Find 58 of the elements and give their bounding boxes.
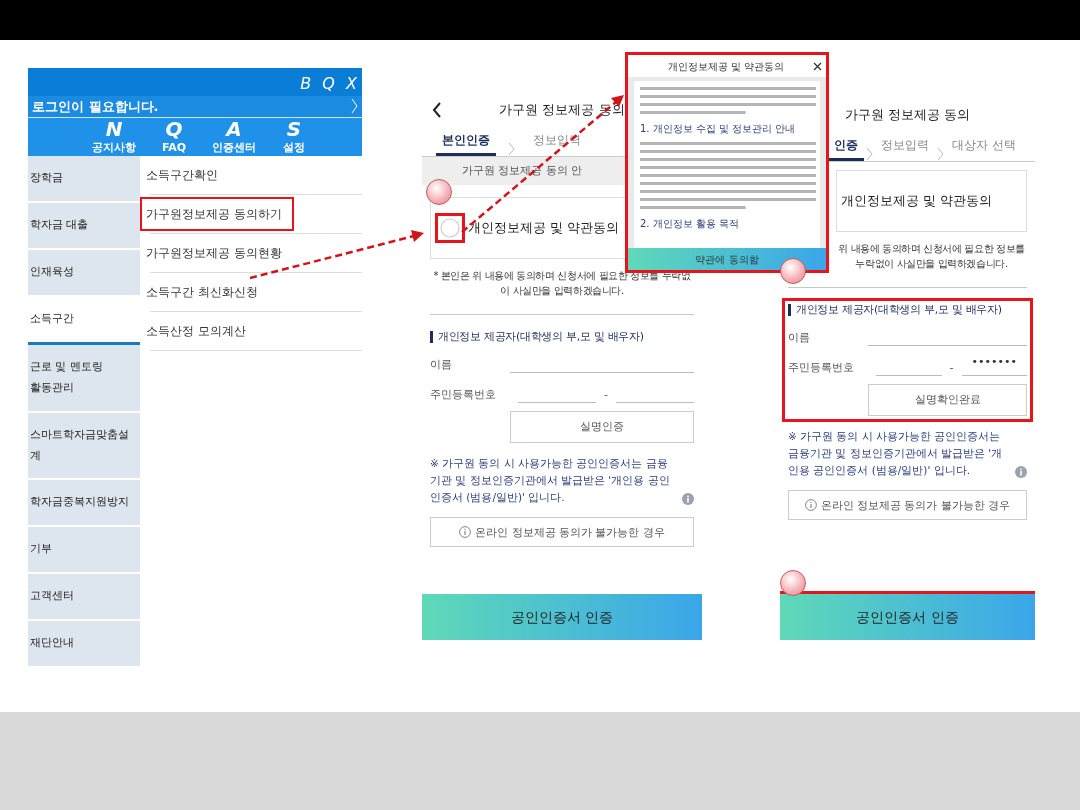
section-title: 개인정보 제공자(대학생의 부,모 및 배우자) (788, 304, 1027, 317)
offline-consent-button[interactable]: 온라인 정보제공 동의가 불가능한 경우 (788, 490, 1027, 521)
category-item[interactable]: 스마트학자금맞춤설계 (28, 412, 140, 481)
info-icon (1015, 466, 1027, 479)
section-title: 개인정보 제공자(대학생의 부,모 및 배우자) (430, 331, 694, 344)
info-icon (459, 526, 472, 539)
separator-text: - (604, 386, 608, 403)
info-icon (682, 493, 694, 506)
info-icon (804, 499, 817, 512)
agree-terms-button[interactable]: 약관에 동의함 (628, 248, 826, 270)
chevron-right-icon (937, 147, 944, 161)
close-icon[interactable] (813, 61, 822, 71)
verify-button[interactable]: 실명확인완료 (868, 384, 1027, 417)
submenu-item[interactable]: 소득구간확인 (142, 160, 228, 191)
login-message: 로그인이 필요합니다. (32, 97, 159, 116)
step-tab[interactable]: 정보입력 (527, 127, 587, 156)
dialog-heading: 1. 개인정보 수집 및 정보관리 안내 (640, 122, 797, 136)
agree-card[interactable]: 개인정보제공 및 약관동의 (836, 170, 1027, 232)
category-item[interactable]: 근로 및 멘토링 활동관리 (28, 344, 140, 413)
category-item[interactable]: 학자금중복지원방지 (28, 480, 140, 528)
certificate-button[interactable]: 공인인증서 인증 (780, 594, 1035, 640)
submenu-item[interactable]: 소득구간 최신화신청 (142, 277, 268, 308)
field-label: 이름 (788, 329, 811, 346)
login-banner[interactable]: 로그인이 필요합니다. (28, 96, 362, 118)
callout-marker (426, 179, 452, 205)
notice-text: ※ 가구원 동의 시 사용가능한 공인인증서는 금융기관 및 정보인증기관에서 발급받은 '개인용 공인인증서 (범용/일반)' 입니다. (788, 429, 1004, 478)
field-label: 주민등록번호 (788, 359, 855, 376)
category-item[interactable]: 기부 (28, 527, 140, 575)
agree-label: 개인정보제공 및 약관동의 (468, 218, 619, 237)
verify-button[interactable]: 실명인증 (510, 411, 694, 444)
offline-consent-button[interactable]: 온라인 정보제공 동의가 불가능한 경우 (430, 517, 694, 548)
step-tab[interactable]: 정보입력 (875, 132, 935, 161)
submenu-item[interactable]: 가구원정보제공 동의현황 (142, 238, 292, 269)
field-label: 주민등록번호 (430, 386, 497, 403)
chevron-right-icon (866, 147, 873, 161)
category-item[interactable]: 고객센터 (28, 574, 140, 622)
category-item[interactable]: 재단안내 (28, 621, 140, 668)
dialog-title: 개인정보제공 및 약관동의 (668, 59, 785, 74)
callout-marker (780, 570, 806, 596)
chevron-right-icon (508, 142, 515, 156)
notice-text: ※ 가구원 동의 시 사용가능한 공인인증서는 금융기관 및 정보인증기관에서 발급받은 '개인용 공인인증서 (범용/일반)' 입니다. (430, 456, 671, 505)
certificate-button[interactable]: 공인인증서 인증 (422, 594, 702, 640)
step-tab[interactable]: 대상자 선택 (946, 132, 1022, 161)
band-text: 가구원 정보제공 동의 안 (462, 162, 583, 179)
category-item[interactable]: 소득구간 (28, 297, 140, 345)
header-letters: B Q X (300, 74, 360, 93)
pledge-text: 위 내용에 동의하며 신청서에 필요한 정보를 누락없이 사실만을 입력하겠습니다. (837, 242, 1026, 271)
submenu-item[interactable]: 가구원정보제공 동의하기 (142, 199, 292, 230)
category-item[interactable]: 학자금 대출 (28, 203, 140, 251)
field-label: 이름 (430, 356, 453, 373)
id-number-field[interactable]: ••••••• (961, 354, 1027, 377)
separator-text: - (949, 359, 954, 376)
chevron-right-icon (351, 98, 358, 115)
screen-title: 가구원 정보제공 동의 (499, 101, 625, 120)
agree-label: 개인정보제공 및 약관동의 (841, 191, 992, 210)
submenu-item[interactable]: 소득산정 모의계산 (142, 316, 256, 347)
screen-title: 가구원 정보제공 동의 (844, 106, 971, 125)
category-item[interactable]: 장학금 (28, 156, 140, 204)
